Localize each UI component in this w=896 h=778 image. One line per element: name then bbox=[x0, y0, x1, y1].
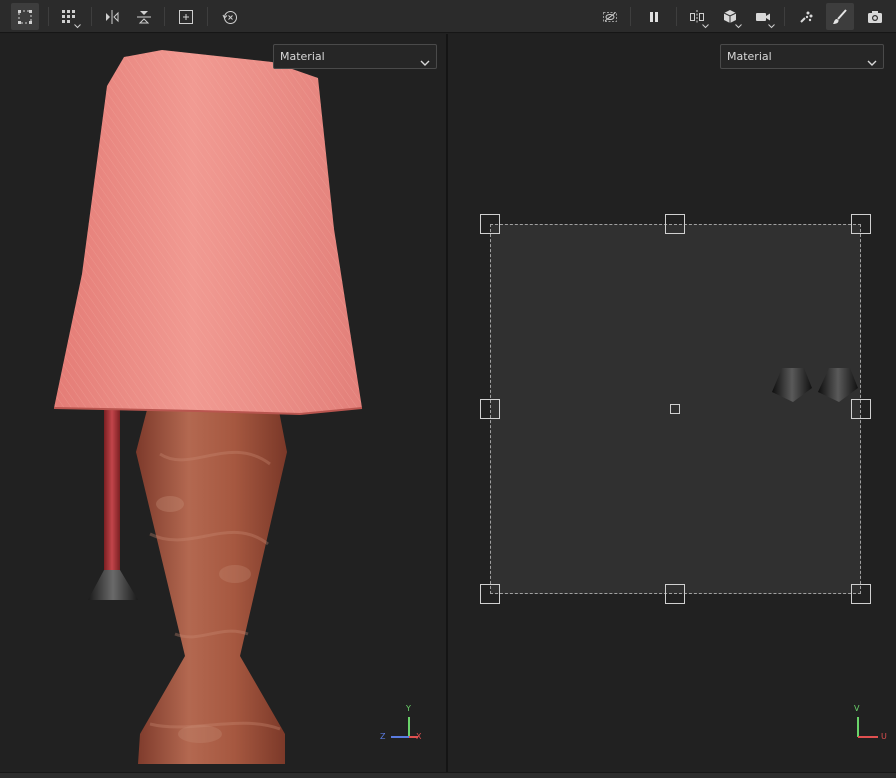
handle-center[interactable] bbox=[670, 404, 680, 414]
screenshot-icon bbox=[866, 8, 884, 26]
toolbar-separator bbox=[91, 7, 92, 26]
mirror-vertical-icon bbox=[135, 8, 153, 26]
material-mode-select[interactable]: Material bbox=[273, 44, 437, 69]
toolbar-separator bbox=[630, 7, 631, 26]
axis-label-z: Z bbox=[380, 732, 386, 741]
frame-selection-button[interactable] bbox=[172, 3, 200, 30]
cube-icon bbox=[721, 8, 739, 26]
toolbar-separator bbox=[48, 7, 49, 26]
axis-label-v: V bbox=[854, 704, 860, 713]
chevron-down-icon bbox=[420, 52, 430, 75]
material-mode-label: Material bbox=[727, 50, 772, 63]
handle-top-right[interactable] bbox=[851, 214, 871, 234]
brush-button[interactable] bbox=[826, 3, 854, 30]
axis-label-x: X bbox=[416, 732, 422, 741]
mirror-vertical-button[interactable] bbox=[130, 3, 158, 30]
display-mode-button[interactable] bbox=[716, 3, 744, 30]
scatter-icon bbox=[797, 8, 815, 26]
reset-transform-icon bbox=[221, 8, 239, 26]
toolbar bbox=[0, 0, 896, 33]
chevron-down-icon bbox=[702, 24, 709, 29]
chevron-down-icon bbox=[74, 24, 81, 29]
toolbar-separator bbox=[164, 7, 165, 26]
lamp-shade bbox=[53, 50, 363, 416]
material-mode-select[interactable]: Material bbox=[720, 44, 884, 69]
chevron-down-icon bbox=[768, 24, 775, 29]
pause-button[interactable] bbox=[640, 3, 668, 30]
symmetry-icon bbox=[688, 8, 706, 26]
symmetry-button[interactable] bbox=[683, 3, 711, 30]
toolbar-separator bbox=[676, 7, 677, 26]
frame-selection-icon bbox=[177, 8, 195, 26]
lamp-base bbox=[136, 406, 287, 764]
handle-top-center[interactable] bbox=[665, 214, 685, 234]
handle-middle-right[interactable] bbox=[851, 399, 871, 419]
camera-button[interactable] bbox=[749, 3, 777, 30]
brush-icon bbox=[831, 8, 849, 26]
handle-bottom-center[interactable] bbox=[665, 584, 685, 604]
uv-shells bbox=[772, 368, 858, 402]
mirror-horizontal-icon bbox=[103, 8, 121, 26]
hide-button[interactable] bbox=[596, 3, 624, 30]
camera-icon bbox=[754, 8, 772, 26]
axis-label-y: Y bbox=[406, 704, 411, 713]
toolbar-separator bbox=[784, 7, 785, 26]
grid-options-button[interactable] bbox=[55, 3, 83, 30]
selection-mode-button[interactable] bbox=[11, 3, 39, 30]
axis-gizmo-3d: Y Z X bbox=[380, 702, 424, 742]
reset-transform-button[interactable] bbox=[216, 3, 244, 30]
chevron-down-icon bbox=[735, 24, 742, 29]
pause-icon bbox=[645, 8, 663, 26]
toolbar-separator bbox=[207, 7, 208, 26]
chevron-down-icon bbox=[867, 52, 877, 75]
selection-mode-icon bbox=[16, 8, 34, 26]
lamp-model bbox=[53, 50, 363, 764]
material-mode-label: Material bbox=[280, 50, 325, 63]
handle-top-left[interactable] bbox=[480, 214, 500, 234]
viewport-uv[interactable]: Material V U bbox=[448, 34, 896, 772]
viewport-3d[interactable]: Material Y Z X bbox=[0, 34, 446, 772]
axis-gizmo-uv: V U bbox=[850, 702, 894, 742]
handle-bottom-right[interactable] bbox=[851, 584, 871, 604]
bottom-strip bbox=[0, 772, 896, 778]
app-window: Material Y Z X Material V U bbox=[0, 0, 896, 778]
lamp-tube bbox=[88, 402, 138, 600]
scatter-button[interactable] bbox=[792, 3, 820, 30]
handle-bottom-left[interactable] bbox=[480, 584, 500, 604]
hide-icon bbox=[601, 8, 619, 26]
grid-options-icon bbox=[60, 8, 78, 26]
mirror-horizontal-button[interactable] bbox=[98, 3, 126, 30]
axis-label-u: U bbox=[881, 732, 887, 741]
handle-middle-left[interactable] bbox=[480, 399, 500, 419]
screenshot-button[interactable] bbox=[861, 3, 889, 30]
